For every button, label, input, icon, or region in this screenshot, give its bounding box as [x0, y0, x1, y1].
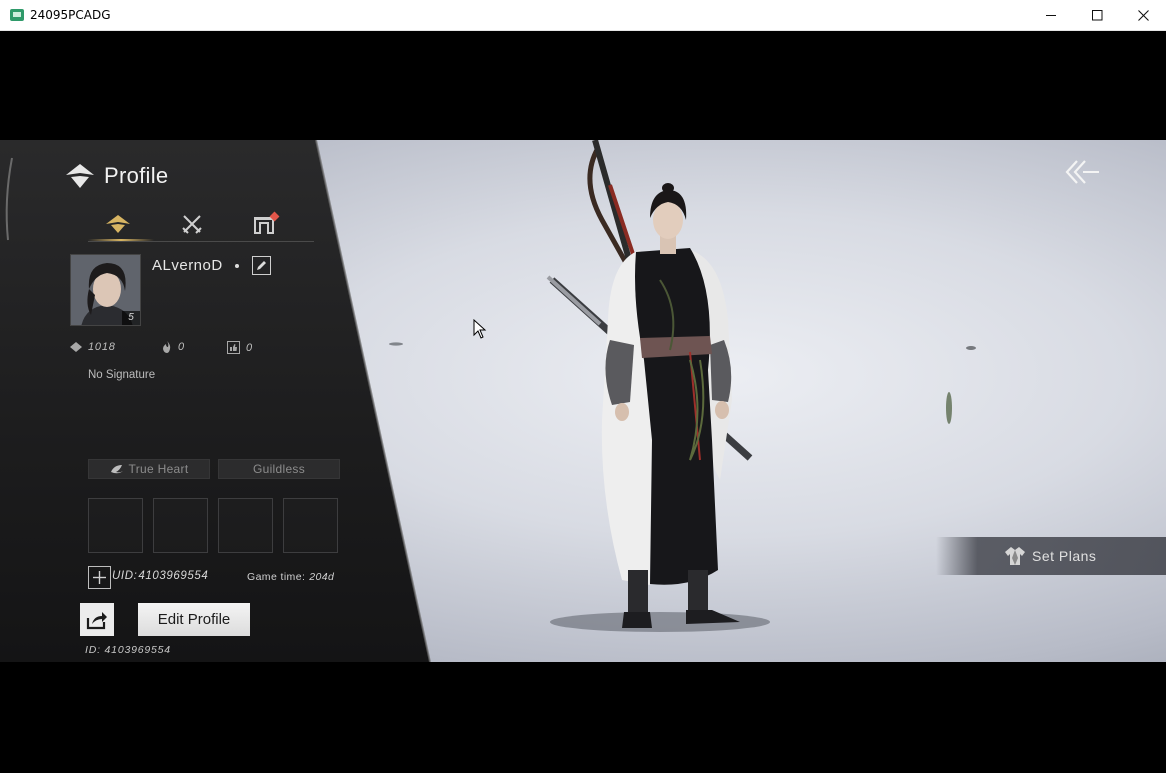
tag-true-heart[interactable]: True Heart — [88, 459, 210, 479]
uid-label: UID: — [112, 570, 138, 582]
outfit-icon — [1005, 547, 1025, 565]
avatar[interactable]: 5 — [70, 254, 141, 326]
tab-profile[interactable] — [88, 208, 154, 241]
username: ALvernoD — [152, 257, 223, 274]
character-model — [546, 140, 770, 632]
window-titlebar: 24095PCADG — [0, 0, 1166, 31]
set-plans-button[interactable]: Set Plans — [936, 537, 1166, 575]
stat-flame: 0 — [162, 341, 185, 353]
game-time-value: 204d — [309, 571, 335, 583]
close-button[interactable] — [1120, 0, 1166, 30]
app-icon — [10, 9, 24, 21]
tag-guild[interactable]: Guildless — [218, 459, 340, 479]
avatar-level-badge: 5 — [122, 311, 140, 325]
tag-guild-label: Guildless — [252, 462, 306, 476]
leaf-decoration — [966, 346, 976, 350]
page-title: Profile — [104, 163, 169, 188]
profile-emblem-icon — [106, 215, 130, 233]
showcase-slot[interactable] — [218, 498, 273, 553]
showcase-slot[interactable] — [153, 498, 208, 553]
profile-tabs — [88, 208, 314, 242]
share-button[interactable] — [80, 603, 114, 636]
heart-icon — [110, 464, 123, 473]
tag-true-heart-label: True Heart — [128, 462, 189, 476]
emblem-icon — [70, 342, 82, 352]
flame-icon — [163, 341, 171, 353]
uid-value: 4103969554 — [138, 570, 209, 582]
leaf-decoration — [389, 342, 403, 346]
close-icon — [1137, 9, 1149, 21]
pencil-icon — [257, 261, 266, 270]
showcase-slot[interactable] — [88, 498, 143, 553]
uid-text: UID:4103969554 — [112, 570, 208, 582]
showcase-slot[interactable] — [283, 498, 338, 553]
share-icon — [86, 611, 107, 629]
window-title: 24095PCADG — [30, 8, 111, 22]
signature-text[interactable]: No Signature — [88, 369, 155, 381]
edit-profile-button[interactable]: Edit Profile — [138, 603, 250, 636]
minimize-icon — [1045, 14, 1056, 16]
thumbs-up-icon — [227, 341, 240, 354]
maximize-button[interactable] — [1074, 0, 1120, 30]
id-footer: ID: 4103969554 — [85, 644, 171, 656]
add-button[interactable] — [88, 566, 111, 589]
window-controls — [1028, 0, 1166, 30]
back-button[interactable] — [1062, 154, 1102, 190]
status-dot — [235, 264, 239, 268]
set-plans-label: Set Plans — [1032, 548, 1097, 564]
game-time-label: Game time: — [247, 571, 306, 583]
game-viewport: Profile 5 ALvernoD 1018 0 0 No Signature… — [0, 140, 1166, 662]
profile-emblem-icon — [66, 164, 94, 188]
double-chevron-left-icon — [1065, 160, 1099, 184]
stat-renown-value: 1018 — [88, 341, 116, 353]
minimize-button[interactable] — [1028, 0, 1074, 30]
tab-underline — [88, 241, 314, 242]
leaf-decoration — [946, 392, 952, 424]
stat-flame-value: 0 — [178, 341, 185, 353]
tab-combat[interactable] — [162, 208, 222, 240]
stat-likes: 0 — [227, 341, 253, 354]
stat-renown: 1018 — [70, 341, 116, 353]
edit-name-button[interactable] — [252, 256, 271, 275]
mouse-cursor-icon — [473, 319, 487, 339]
tab-sect[interactable] — [234, 208, 294, 240]
maximize-icon — [1091, 9, 1102, 20]
plus-icon — [93, 571, 106, 584]
game-time: Game time: 204d — [247, 571, 334, 583]
stat-likes-value: 0 — [246, 341, 253, 354]
crossed-swords-icon — [182, 215, 202, 234]
panel-header: Profile — [64, 162, 168, 190]
